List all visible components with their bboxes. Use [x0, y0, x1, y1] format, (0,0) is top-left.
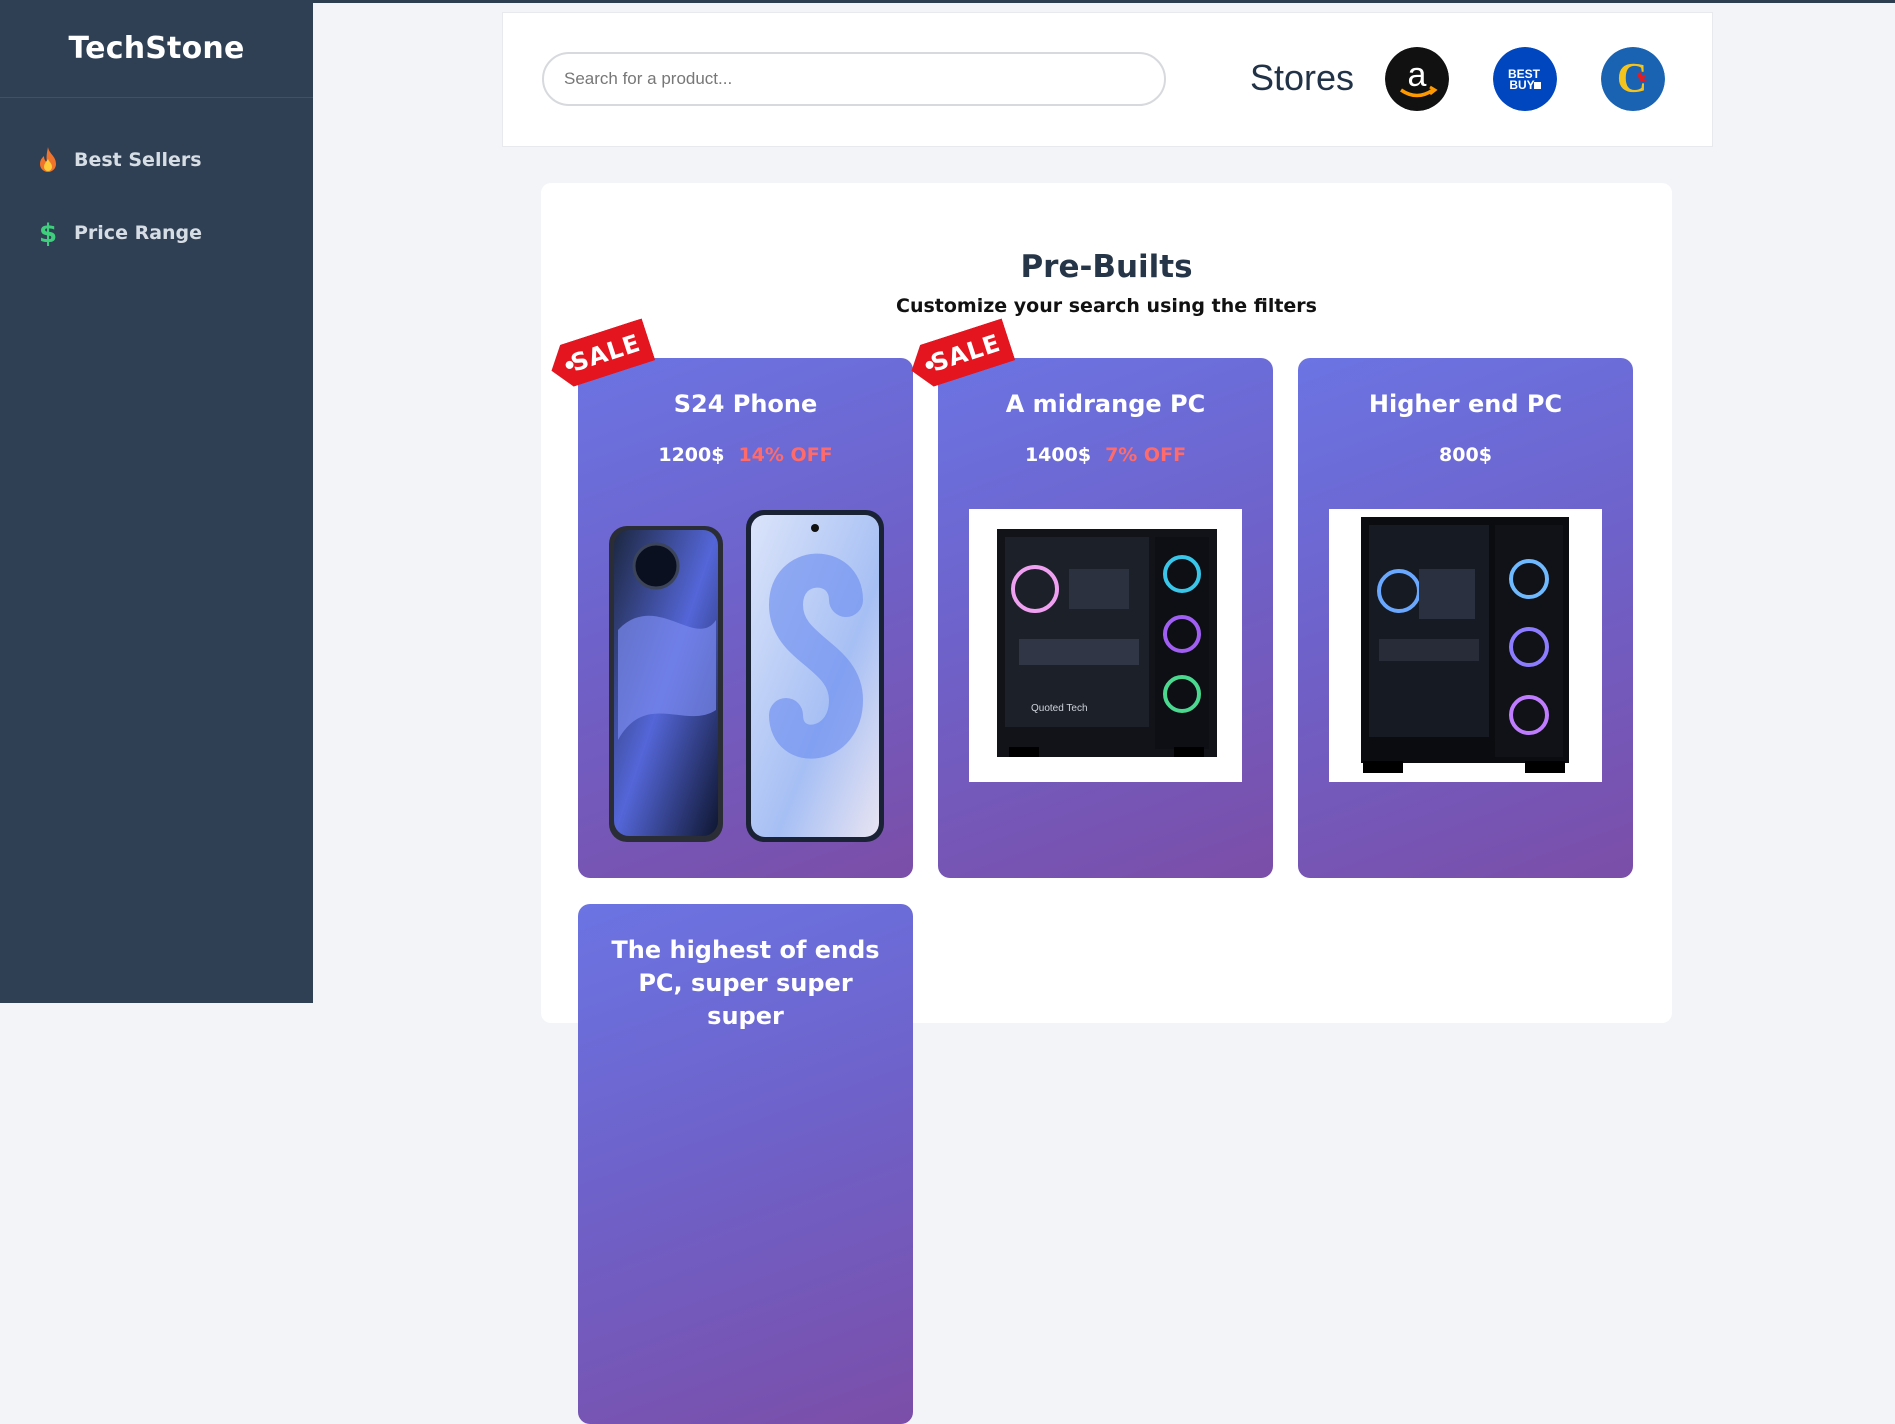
product-price: 1200$ — [658, 444, 725, 466]
store-canada-computers-button[interactable]: C — [1601, 47, 1665, 111]
search-input[interactable] — [542, 52, 1166, 106]
product-card[interactable]: Higher end PC 800$ — [1298, 358, 1633, 878]
svg-text:a: a — [1408, 56, 1427, 94]
fire-icon — [34, 146, 62, 174]
product-price-row: 1200$ 14% OFF — [578, 444, 913, 466]
store-bestbuy-button[interactable]: BEST BUY — [1493, 47, 1557, 111]
svg-text:$: $ — [39, 219, 57, 247]
product-card[interactable]: A midrange PC 1400$ 7% OFF Quoted Tech — [938, 358, 1273, 878]
product-name: S24 Phone — [673, 390, 818, 418]
main-panel: Pre-Builts Customize your search using t… — [541, 183, 1672, 1424]
product-name: Higher end PC — [1368, 390, 1563, 418]
top-bar: Stores a BEST BUY C — [502, 12, 1713, 147]
sidebar-item-price-range[interactable]: $ Price Range — [34, 219, 202, 247]
higher-end-pc-image — [1329, 509, 1602, 782]
svg-text:BUY: BUY — [1509, 78, 1534, 92]
bestbuy-logo-icon: BEST BUY — [1493, 47, 1557, 111]
product-price: 1400$ — [1024, 444, 1092, 466]
product-discount: 14% OFF — [738, 444, 833, 466]
midrange-pc-image: Quoted Tech — [969, 509, 1242, 782]
product-name: A midrange PC — [1005, 390, 1206, 418]
store-amazon-button[interactable]: a — [1385, 47, 1449, 111]
product-name: The highest of ends PC, super super supe… — [611, 936, 880, 1030]
sidebar-item-label: Price Range — [74, 222, 203, 244]
phone-product-image — [609, 510, 884, 842]
page-subtitle: Customize your search using the filters — [896, 295, 1317, 317]
sidebar-item-label: Best Sellers — [74, 149, 202, 171]
sidebar: TechStone Best Sellers $ Price Range — [0, 0, 313, 1003]
dollar-icon: $ — [34, 219, 62, 247]
stores-label: Stores — [1250, 57, 1355, 98]
product-price-row: 1400$ 7% OFF — [938, 444, 1273, 466]
product-price: 800$ — [1439, 444, 1492, 466]
canada-computers-logo-icon: C — [1601, 47, 1665, 111]
page-title: Pre-Builts — [1020, 249, 1193, 285]
sidebar-item-best-sellers[interactable]: Best Sellers — [34, 146, 202, 174]
product-price-row: 800$ — [1298, 444, 1633, 466]
product-card[interactable]: S24 Phone 1200$ 14% OFF — [578, 358, 913, 878]
amazon-logo-icon: a — [1385, 47, 1449, 111]
brand-title: TechStone — [0, 0, 313, 98]
product-card[interactable]: The highest of ends PC, super super supe… — [578, 904, 913, 1424]
product-discount: 7% OFF — [1105, 444, 1187, 466]
svg-text:Quoted Tech: Quoted Tech — [1031, 703, 1088, 714]
